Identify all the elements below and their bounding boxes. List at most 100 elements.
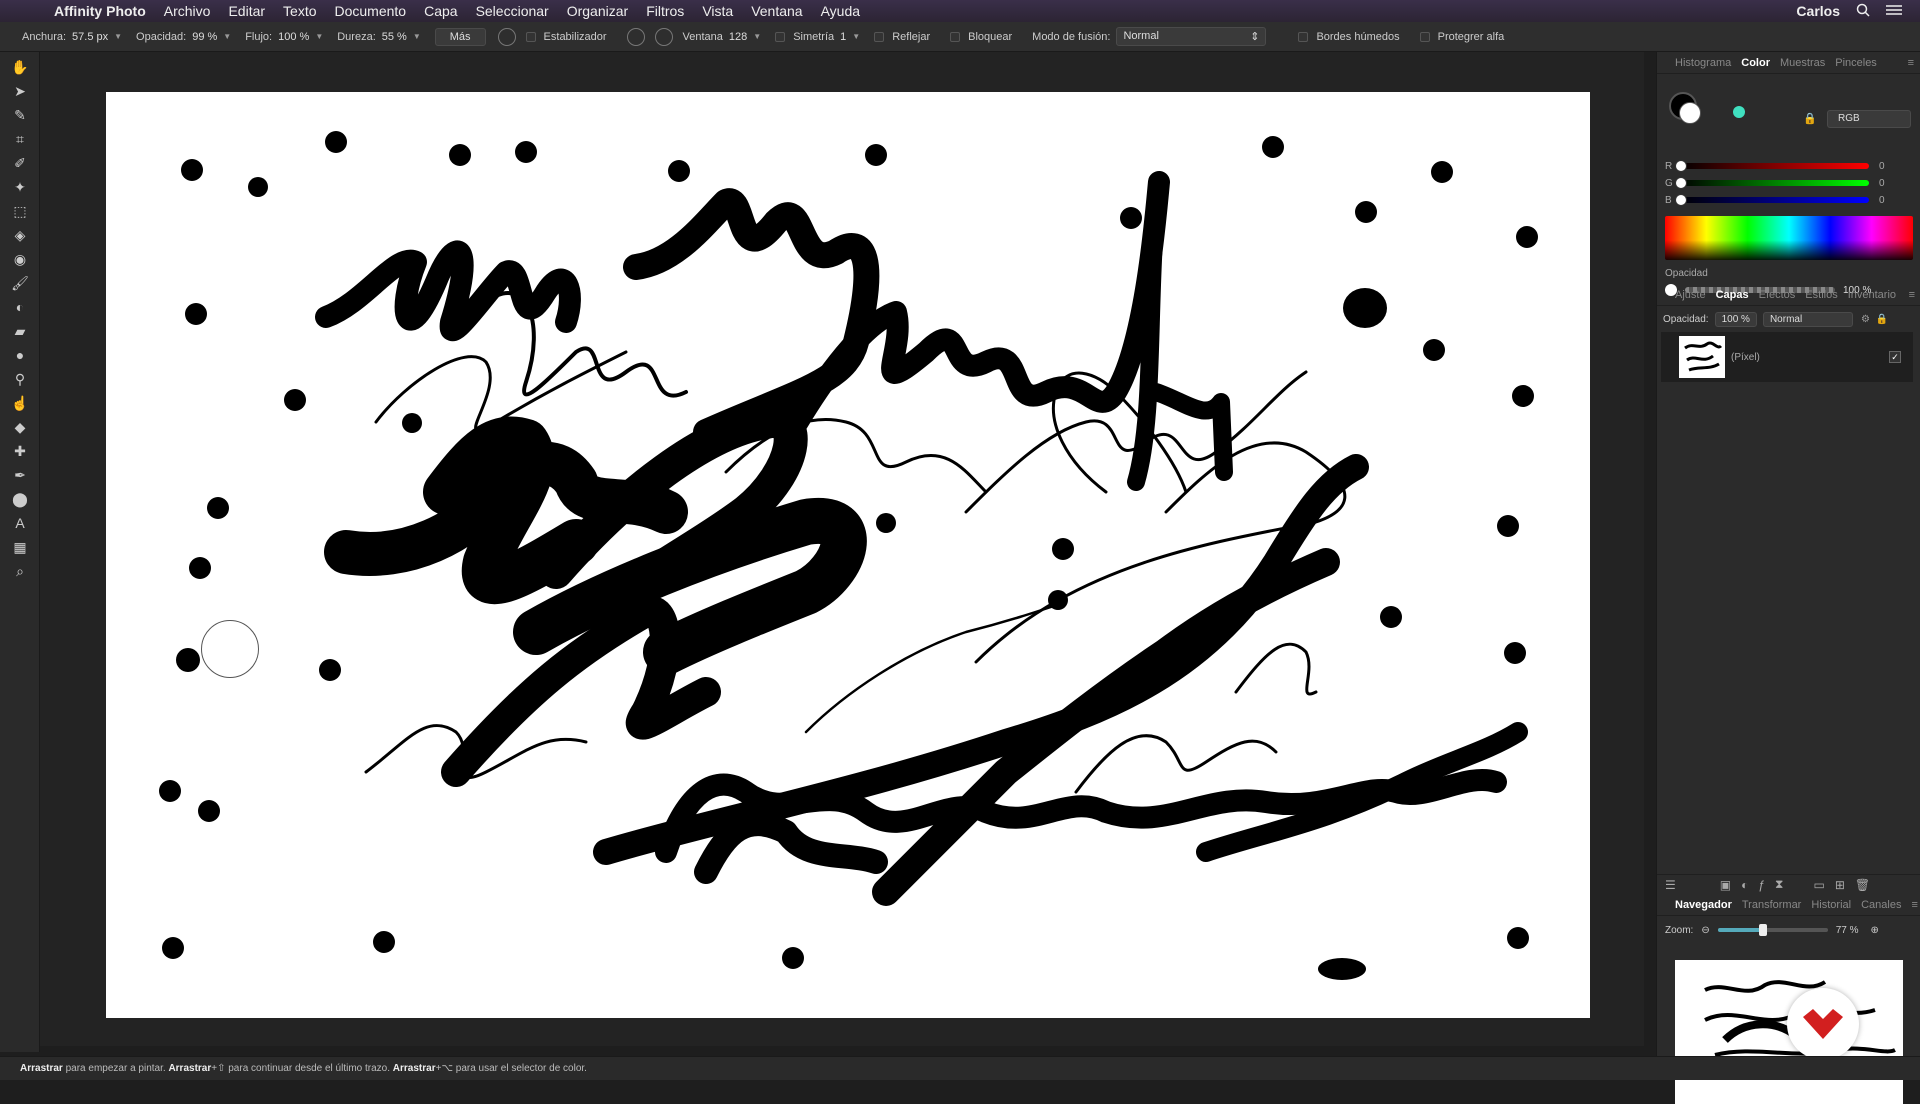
tab-canales[interactable]: Canales bbox=[1861, 899, 1901, 911]
pressure-icon[interactable] bbox=[497, 27, 516, 46]
stabilizer-checkbox[interactable] bbox=[525, 31, 536, 42]
color-replacement-tool-icon[interactable]: ◐ bbox=[11, 298, 29, 316]
symmetry-value[interactable]: 1 bbox=[840, 31, 846, 43]
menu-documento[interactable]: Documento bbox=[335, 3, 407, 19]
tab-transformar[interactable]: Transformar bbox=[1742, 899, 1802, 911]
symmetry-checkbox[interactable] bbox=[775, 31, 786, 42]
menu-ayuda[interactable]: Ayuda bbox=[821, 3, 860, 19]
tab-historial[interactable]: Historial bbox=[1811, 899, 1851, 911]
flood-fill-tool-icon[interactable]: ◈ bbox=[11, 226, 29, 244]
tab-efectos[interactable]: Efectos bbox=[1759, 289, 1796, 301]
reflect-control[interactable]: Reflejar bbox=[874, 31, 936, 43]
layer-visibility-checkbox[interactable]: ✓ bbox=[1889, 351, 1901, 363]
pen-tool-icon[interactable]: ✒ bbox=[11, 466, 29, 484]
symmetry-control[interactable]: Simetría 1 ▼ bbox=[775, 31, 860, 43]
zoom-out-icon[interactable]: ⊖ bbox=[1701, 925, 1709, 936]
smudge-tool-icon[interactable]: ☝ bbox=[11, 394, 29, 412]
menu-capa[interactable]: Capa bbox=[424, 3, 457, 19]
crop-tool-icon[interactable]: ⌗ bbox=[11, 130, 29, 148]
flow-value[interactable]: 100 % bbox=[278, 31, 309, 43]
menu-filtros[interactable]: Filtros bbox=[646, 3, 684, 19]
chevron-down-icon[interactable]: ▼ bbox=[413, 32, 421, 41]
eraser-tool-icon[interactable]: ▰ bbox=[11, 322, 29, 340]
zoom-slider[interactable] bbox=[1717, 924, 1828, 936]
panel-menu-icon[interactable]: ≡ bbox=[1909, 289, 1915, 301]
width-value[interactable]: 57.5 px bbox=[72, 31, 108, 43]
tab-histograma[interactable]: Histograma bbox=[1675, 57, 1731, 69]
gradient-tool-icon[interactable]: ◉ bbox=[11, 250, 29, 268]
tab-capas[interactable]: Capas bbox=[1716, 289, 1749, 301]
navigator-preview[interactable] bbox=[1675, 960, 1903, 1104]
panel-menu-icon[interactable]: ≡ bbox=[1911, 899, 1917, 911]
hardness-control[interactable]: Dureza: 55 % ▼ bbox=[337, 31, 421, 43]
blend-mode-control[interactable]: Modo de fusión: Normal ⇕ bbox=[1032, 27, 1284, 46]
protect-alpha-checkbox[interactable] bbox=[1419, 31, 1430, 42]
paint-brush-tool-icon[interactable]: 🖌 bbox=[11, 274, 29, 292]
lock-icon[interactable]: 🔒 bbox=[1876, 314, 1888, 325]
gear-icon[interactable]: ⚙ bbox=[1861, 314, 1870, 325]
selection-brush-tool-icon[interactable]: ✐ bbox=[11, 154, 29, 172]
flow-control[interactable]: Flujo: 100 % ▼ bbox=[245, 31, 323, 43]
layer-opacity-value[interactable]: 100 % bbox=[1714, 311, 1757, 327]
chevron-down-icon[interactable]: ▼ bbox=[114, 32, 122, 41]
zoom-knob[interactable] bbox=[1758, 924, 1767, 936]
add-layer-icon[interactable]: ⊞ bbox=[1835, 878, 1845, 892]
tab-inventario[interactable]: Inventario bbox=[1848, 289, 1896, 301]
chevron-down-icon[interactable]: ▼ bbox=[223, 32, 231, 41]
text-tool-icon[interactable]: A bbox=[11, 514, 29, 532]
sharpen-tool-icon[interactable]: ◆ bbox=[11, 418, 29, 436]
chevron-down-icon[interactable]: ▼ bbox=[753, 32, 761, 41]
zoom-in-icon[interactable]: ⊕ bbox=[1871, 925, 1879, 936]
clone-tool-icon[interactable]: ⚲ bbox=[11, 370, 29, 388]
healing-tool-icon[interactable]: ✚ bbox=[11, 442, 29, 460]
tab-ajuste[interactable]: Ajuste bbox=[1675, 289, 1706, 301]
folder-icon[interactable]: ▭ bbox=[1813, 878, 1824, 892]
mesh-warp-tool-icon[interactable]: ▦ bbox=[11, 538, 29, 556]
search-icon[interactable] bbox=[1856, 3, 1870, 20]
chevron-down-icon[interactable]: ▼ bbox=[315, 32, 323, 41]
hardness-value[interactable]: 55 % bbox=[382, 31, 407, 43]
tab-estilos[interactable]: Estilos bbox=[1805, 289, 1837, 301]
color-picker-tool-icon[interactable]: ✎ bbox=[11, 106, 29, 124]
more-button[interactable]: Más bbox=[434, 27, 486, 46]
tab-muestras[interactable]: Muestras bbox=[1780, 57, 1825, 69]
zoom-value[interactable]: 77 % bbox=[1836, 925, 1859, 936]
menu-vista[interactable]: Vista bbox=[702, 3, 733, 19]
tab-navegador[interactable]: Navegador bbox=[1675, 899, 1732, 911]
wet-edges-control[interactable]: Bordes húmedos bbox=[1298, 31, 1405, 43]
menu-seleccionar[interactable]: Seleccionar bbox=[476, 3, 549, 19]
width-control[interactable]: Anchura: 57.5 px ▼ bbox=[22, 31, 122, 43]
wet-edges-checkbox[interactable] bbox=[1298, 31, 1309, 42]
menu-editar[interactable]: Editar bbox=[228, 3, 265, 19]
stabilizer-control[interactable]: Estabilizador bbox=[525, 31, 613, 43]
reflect-checkbox[interactable] bbox=[874, 31, 885, 42]
opacity-control[interactable]: Opacidad: 99 % ▼ bbox=[136, 31, 231, 43]
user-name[interactable]: Carlos bbox=[1796, 3, 1840, 19]
opacity-value[interactable]: 99 % bbox=[192, 31, 217, 43]
menu-app-name[interactable]: Affinity Photo bbox=[54, 3, 146, 19]
protect-alpha-control[interactable]: Protegrer alfa bbox=[1419, 31, 1511, 43]
window-mode-icon[interactable] bbox=[654, 27, 673, 46]
hand-tool-icon[interactable]: ✋ bbox=[11, 58, 29, 76]
move-tool-icon[interactable]: ➤ bbox=[11, 82, 29, 100]
layer-blend-select[interactable]: Normal bbox=[1762, 311, 1853, 327]
document-canvas[interactable] bbox=[106, 92, 1590, 1018]
blend-mode-select[interactable]: Normal ⇕ bbox=[1116, 27, 1267, 46]
mask-icon[interactable]: ▣ bbox=[1720, 878, 1731, 892]
dodge-tool-icon[interactable]: ● bbox=[11, 346, 29, 364]
panel-menu-icon[interactable]: ≡ bbox=[1908, 57, 1914, 69]
lock-checkbox[interactable] bbox=[950, 31, 961, 42]
shape-tool-icon[interactable]: ⬤ bbox=[11, 490, 29, 508]
tab-pinceles[interactable]: Pinceles bbox=[1835, 57, 1877, 69]
menu-texto[interactable]: Texto bbox=[283, 3, 316, 19]
marquee-tool-icon[interactable]: ⬚ bbox=[11, 202, 29, 220]
magic-wand-tool-icon[interactable]: ✦ bbox=[11, 178, 29, 196]
menu-ventana[interactable]: Ventana bbox=[751, 3, 802, 19]
tab-color[interactable]: Color bbox=[1741, 57, 1770, 69]
layers-icon[interactable]: ☰ bbox=[1665, 878, 1676, 892]
fx-icon[interactable]: ƒ bbox=[1758, 878, 1765, 892]
adjustment-icon[interactable]: ◐ bbox=[1741, 878, 1748, 892]
zoom-tool-icon[interactable]: ⌕ bbox=[11, 562, 29, 580]
window-value[interactable]: 128 bbox=[729, 31, 747, 43]
layer-row[interactable]: (Píxel) ✓ bbox=[1661, 332, 1913, 382]
